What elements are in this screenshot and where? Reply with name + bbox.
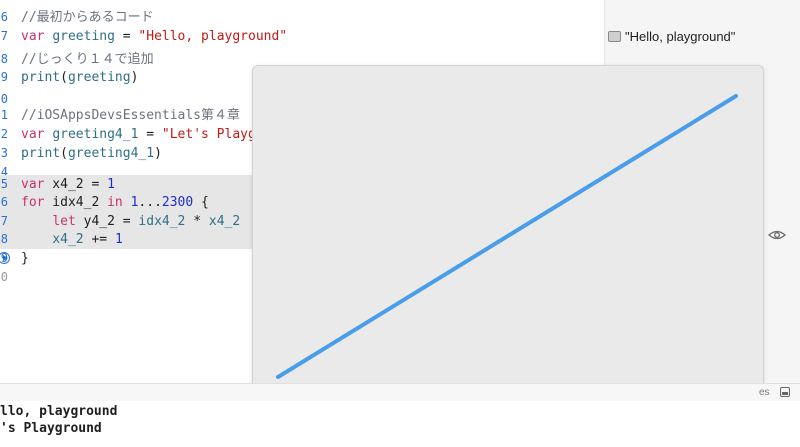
- preview-graph: [276, 94, 738, 379]
- code-line[interactable]: 7 var greeting = "Hello, playground": [0, 27, 604, 46]
- line-number: 9: [0, 70, 8, 84]
- line-number: 5: [0, 177, 8, 191]
- line-number: 1: [0, 108, 8, 122]
- run-to-line-icon[interactable]: [0, 252, 10, 264]
- line-number: 8: [0, 232, 8, 246]
- code-text: var greeting4_1 = "Let's Playg: [21, 127, 256, 142]
- debug-console: llo, playground 's Playground: [0, 401, 800, 447]
- code-text: var x4_2 = 1: [21, 177, 115, 192]
- eye-icon[interactable]: [768, 229, 786, 241]
- code-text: //iOSAppsDevsEssentials第４章: [21, 108, 241, 123]
- line-number: 6: [0, 195, 8, 209]
- code-text: for idx4_2 in 1...2300 {: [21, 195, 209, 210]
- status-bar: es: [0, 383, 800, 402]
- code-text: print(greeting4_1): [21, 146, 162, 161]
- code-text: var greeting = "Hello, playground": [21, 29, 288, 44]
- graph-line: [276, 94, 738, 379]
- status-bar-text: es: [759, 387, 770, 398]
- result-greeting[interactable]: "Hello, playground": [608, 29, 735, 44]
- console-output-line: llo, playground: [0, 404, 118, 419]
- line-number: 6: [0, 10, 8, 24]
- toggle-console-icon[interactable]: [780, 387, 790, 397]
- code-text: //じっくり１４で追加: [21, 52, 154, 67]
- line-number: 7: [0, 29, 8, 43]
- quick-look-icon[interactable]: [608, 31, 621, 42]
- console-output-line: 's Playground: [0, 421, 102, 436]
- line-number: 3: [0, 146, 8, 160]
- code-text: }: [21, 251, 29, 266]
- result-greeting-value: "Hello, playground": [625, 29, 736, 44]
- code-text: let y4_2 = idx4_2 * x4_2: [52, 214, 241, 229]
- line-number: 7: [0, 214, 8, 228]
- result-preview-popover: [252, 65, 764, 409]
- line-number: 2: [0, 127, 8, 141]
- code-text: //最初からあるコード: [21, 10, 154, 25]
- code-text: print(greeting): [21, 70, 139, 85]
- code-line[interactable]: 6 //最初からあるコード: [0, 8, 604, 27]
- code-text: x4_2 += 1: [52, 232, 123, 247]
- line-number: 8: [0, 52, 8, 66]
- line-number: 0: [0, 270, 8, 284]
